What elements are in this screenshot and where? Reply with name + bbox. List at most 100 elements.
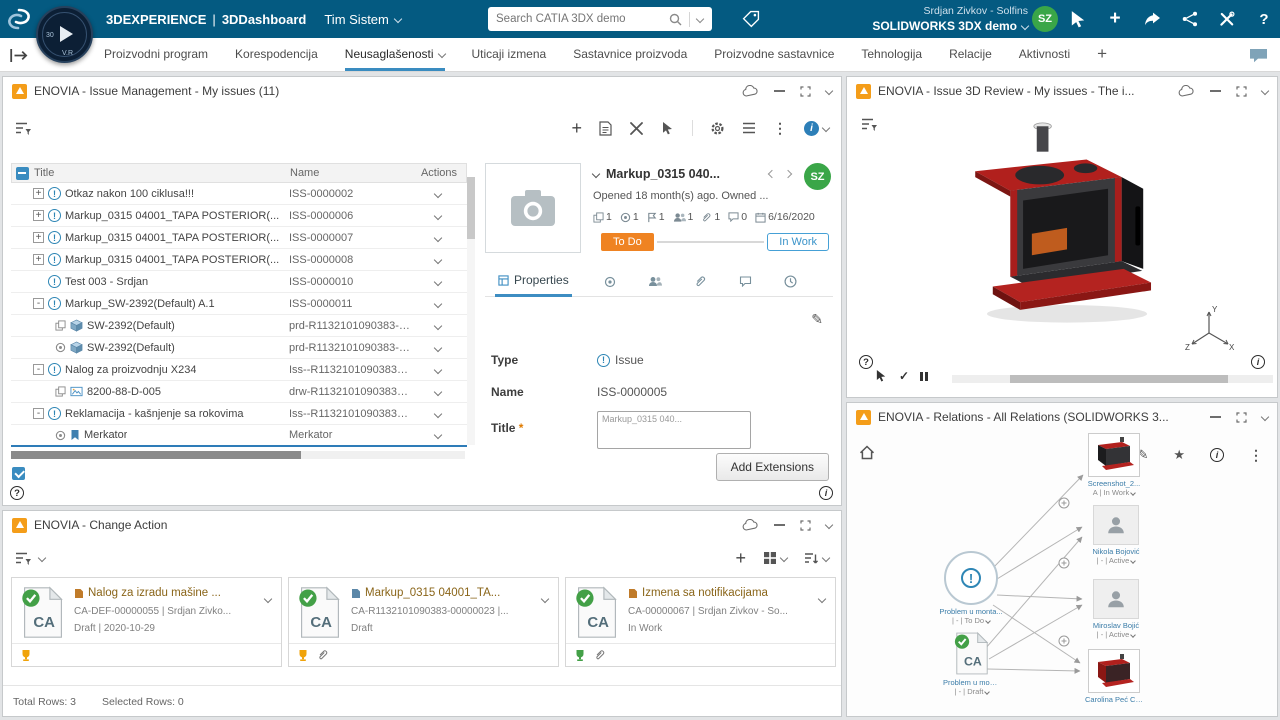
table-row-child[interactable]: Merkator Merkator	[11, 425, 467, 447]
change-action-card[interactable]: CA Izmena sa notifikacijama CA-00000067 …	[565, 577, 836, 667]
export-report-icon[interactable]	[599, 121, 612, 136]
collapse-chevron[interactable]	[592, 170, 600, 178]
issue-title[interactable]: Test 003 - Srdjan	[65, 276, 148, 288]
select-all-checkbox[interactable]	[16, 167, 29, 180]
cloud-icon[interactable]	[742, 519, 759, 531]
table-row[interactable]: +!Otkaz nakon 100 ciklusa!!! ISS-0000002	[11, 183, 467, 205]
row-actions-chevron[interactable]	[434, 365, 442, 373]
tab-tehnologija[interactable]: Tehnologija	[861, 38, 922, 71]
node-name[interactable]: Carolina Peć Car...	[1085, 695, 1143, 704]
attachment-icon[interactable]	[594, 649, 606, 661]
cloud-icon[interactable]	[742, 85, 759, 97]
tools-icon[interactable]	[1219, 10, 1235, 28]
user-account[interactable]: Srdjan Zivkov - Solfins SOLIDWORKS 3DX d…	[872, 4, 1028, 34]
sidebar-toggle-icon[interactable]	[10, 48, 28, 63]
tab-uticaji-izmena[interactable]: Uticaji izmena	[472, 38, 547, 71]
maturity-cup-icon[interactable]	[297, 649, 309, 662]
help-icon[interactable]: ?	[1256, 10, 1272, 28]
add-icon[interactable]: +	[1107, 10, 1123, 28]
maximize-icon[interactable]	[1236, 86, 1247, 97]
column-header-title[interactable]: Title	[32, 167, 290, 179]
share-pointer-icon[interactable]	[1070, 10, 1086, 28]
validate-icon[interactable]: ✓	[899, 369, 909, 383]
related-object-title[interactable]: SW-2392(Default)	[87, 342, 175, 354]
scrollbar-thumb[interactable]	[467, 177, 475, 239]
scrollbar-thumb[interactable]	[1010, 375, 1228, 383]
card-title[interactable]: Nalog za izradu mašine ...	[88, 587, 221, 599]
share-network-icon[interactable]	[1182, 10, 1198, 28]
widget-menu-chevron[interactable]	[825, 521, 833, 529]
row-actions-chevron[interactable]	[434, 343, 442, 351]
chevron-down-icon[interactable]	[1130, 632, 1136, 638]
chevron-down-icon[interactable]	[1130, 558, 1136, 564]
change-action-card[interactable]: CA Nalog za izradu mašine ... CA-DEF-000…	[11, 577, 282, 667]
maximize-icon[interactable]	[800, 520, 811, 531]
status-todo-pill[interactable]: To Do	[601, 233, 654, 251]
row-actions-chevron[interactable]	[434, 255, 442, 263]
expand-toggle[interactable]: -	[33, 408, 44, 419]
tab-aktivnosti[interactable]: Aktivnosti	[1019, 38, 1070, 71]
issue-title[interactable]: Markup_SW-2392(Default) A.1	[65, 298, 215, 310]
minimize-icon[interactable]	[1210, 90, 1221, 92]
row-actions-chevron[interactable]	[434, 299, 442, 307]
tools-crossed-icon[interactable]	[629, 121, 644, 136]
vertical-scrollbar[interactable]	[467, 177, 475, 445]
search-icon[interactable]	[669, 13, 682, 26]
add-extensions-button[interactable]: Add Extensions	[716, 453, 829, 481]
minimize-icon[interactable]	[774, 90, 785, 92]
widget-menu-chevron[interactable]	[825, 87, 833, 95]
next-item-chevron[interactable]	[784, 170, 792, 178]
related-object-title[interactable]: SW-2392(Default)	[87, 320, 175, 332]
tab-history-icon[interactable]	[784, 275, 797, 288]
row-actions-chevron[interactable]	[434, 431, 442, 439]
issue-title[interactable]: Nalog za proizvodnju X234	[65, 364, 196, 376]
tab-relacije[interactable]: Relacije	[949, 38, 992, 71]
table-row-child[interactable]: 8200-88-D-005 drw-R1132101090383-0...	[11, 381, 467, 403]
column-header-actions[interactable]: Actions	[412, 167, 466, 179]
expand-toggle[interactable]: +	[33, 232, 44, 243]
horizontal-scrollbar[interactable]	[11, 451, 465, 459]
expand-toggle[interactable]: +	[33, 210, 44, 221]
node-name[interactable]: Problem u monta...	[939, 607, 1003, 616]
tab-properties[interactable]: Properties	[495, 267, 572, 297]
tab-comments-icon[interactable]	[739, 276, 752, 287]
filter-menu[interactable]	[15, 551, 45, 566]
expand-toggle[interactable]: +	[33, 254, 44, 265]
view-switcher[interactable]	[763, 551, 787, 565]
row-actions-chevron[interactable]	[434, 277, 442, 285]
chevron-down-icon[interactable]	[985, 618, 991, 624]
3d-model-stove[interactable]	[942, 117, 1152, 327]
help-icon[interactable]: ?	[10, 486, 24, 500]
dashboard-selector[interactable]: Tim Sistem	[324, 12, 401, 27]
chevron-down-icon[interactable]	[1130, 490, 1136, 496]
maturity-cup-icon[interactable]	[20, 649, 32, 662]
filter-icon[interactable]	[15, 121, 34, 136]
create-issue-button[interactable]: +	[571, 119, 582, 137]
chevron-down-icon[interactable]	[985, 689, 991, 695]
tab-location-icon[interactable]	[604, 276, 616, 288]
relation-node-issue[interactable]: ! Problem u monta... | - | To Do	[939, 551, 1003, 625]
search-input[interactable]	[488, 13, 669, 25]
node-name[interactable]: Nikola Bojović	[1087, 547, 1145, 556]
row-actions-chevron[interactable]	[434, 321, 442, 329]
issue-title[interactable]: Markup_0315 04001_TAPA POSTERIOR(...	[65, 232, 279, 244]
table-row[interactable]: -!Nalog za proizvodnju X234 Iss--R113210…	[11, 359, 467, 381]
tab-proizvodne-sastavnice[interactable]: Proizvodne sastavnice	[714, 38, 834, 71]
card-title[interactable]: Izmena sa notifikacijama	[642, 587, 768, 599]
card-expand-chevron[interactable]	[264, 595, 272, 603]
expand-toggle[interactable]: -	[33, 298, 44, 309]
maturity-cup-icon[interactable]	[574, 649, 586, 662]
relation-node-product[interactable]: Carolina Peć Car...	[1085, 649, 1143, 704]
widget-menu-chevron[interactable]	[1261, 87, 1269, 95]
row-actions-chevron[interactable]	[434, 409, 442, 417]
card-title[interactable]: Markup_0315 04001_TA...	[365, 587, 500, 599]
relation-node-change-action[interactable]: CA Problem u mont... | - | Draft	[943, 631, 1001, 696]
issue-thumbnail[interactable]	[485, 163, 581, 253]
scrollbar-thumb[interactable]	[11, 451, 301, 459]
search-options-chevron[interactable]	[696, 15, 704, 23]
table-row-child[interactable]: SW-2392(Default) prd-R1132101090383-0...	[11, 337, 467, 359]
issue-title[interactable]: Otkaz nakon 100 ciklusa!!!	[65, 188, 194, 200]
table-row[interactable]: -!Markup_SW-2392(Default) A.1 ISS-000001…	[11, 293, 467, 315]
issue-title[interactable]: Markup_0315 04001_TAPA POSTERIOR(...	[65, 210, 279, 222]
tab-attachments-icon[interactable]	[694, 275, 707, 288]
